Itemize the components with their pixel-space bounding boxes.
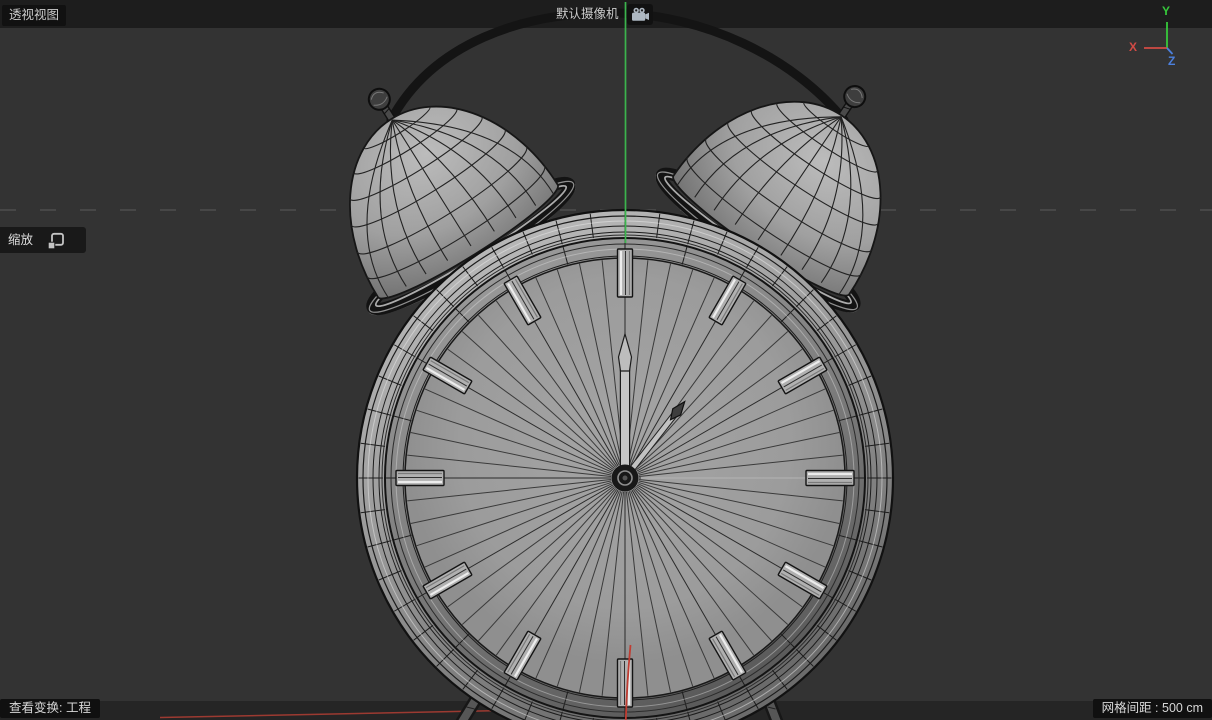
camera-icon-button[interactable] [627,4,653,25]
grid-spacing-text: 网格间距 : 500 cm [1101,700,1203,715]
hour-marker [616,248,634,298]
active-tool-chip[interactable]: 缩放 [0,227,86,253]
view-transform-status: 查看变换: 工程 [0,698,100,718]
view-mode-text: 透视视图 [9,8,60,22]
view-transform-text: 查看变换: 工程 [9,700,91,715]
camera-name-text: 默认摄像机 [556,7,619,21]
axis-label-y: Y [1162,4,1171,18]
scale-icon [47,232,64,250]
hour-marker [395,469,445,487]
camera-label: 默认摄像机 [556,8,619,21]
camera-icon [631,7,649,21]
clock-hub [611,464,639,492]
world-x-axis-line [159,709,505,719]
minute-hand [617,331,633,479]
view-mode-label: 透视视图 [2,5,67,26]
clock-body[interactable] [355,208,895,720]
axis-label-x: X [1129,40,1138,54]
axis-label-z: Z [1168,54,1176,68]
active-tool-label: 缩放 [8,232,34,247]
hour-marker [616,658,634,708]
scene-canvas[interactable] [0,0,1212,720]
axis-gizmo-lines [1144,22,1174,55]
viewport-window: { "topbar": { "view_label": "透视视图", "cam… [0,0,1212,720]
hour-marker [805,469,855,487]
grid-spacing-status: 网格间距 : 500 cm [1092,698,1212,718]
axis-gizmo: Y X Z [1122,2,1194,68]
